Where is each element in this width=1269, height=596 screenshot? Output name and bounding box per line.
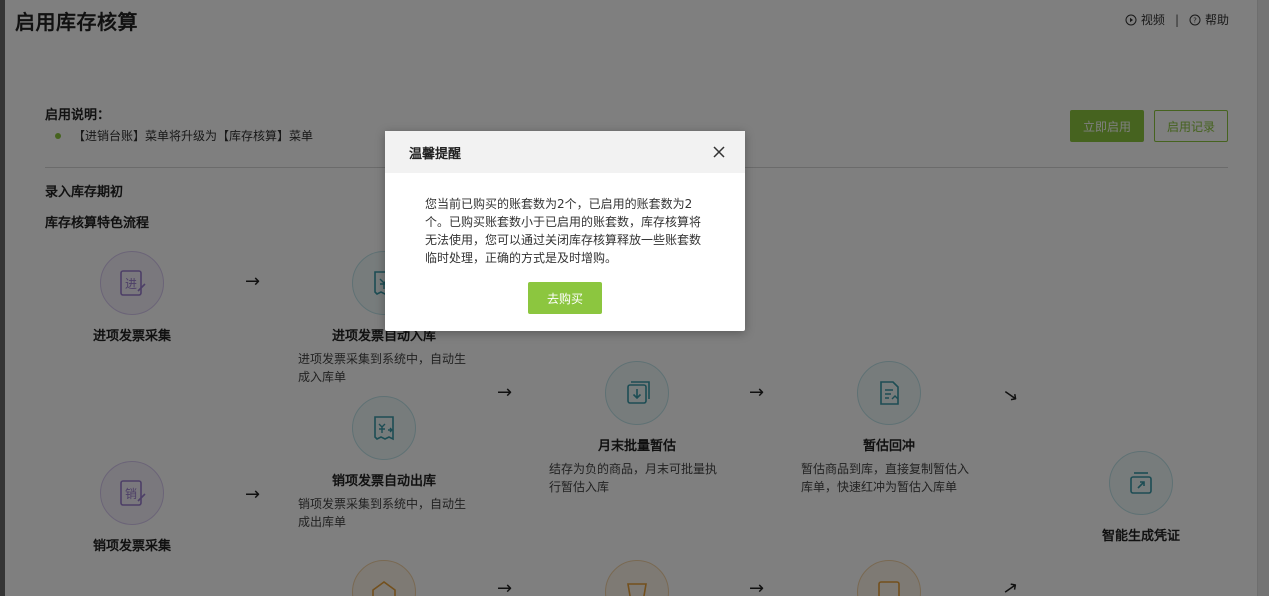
dialog-title: 温馨提醒: [409, 146, 462, 162]
close-icon: [713, 146, 725, 158]
reminder-dialog: 温馨提醒 您当前已购买的账套数为2个，已启用的账套数为2个。已购买账套数小于已启…: [385, 131, 745, 331]
dialog-header: 温馨提醒: [385, 131, 745, 173]
dialog-message: 您当前已购买的账套数为2个，已启用的账套数为2个。已购买账套数小于已启用的账套数…: [425, 197, 702, 265]
buy-button[interactable]: 去购买: [528, 282, 602, 314]
close-button[interactable]: [713, 146, 725, 158]
